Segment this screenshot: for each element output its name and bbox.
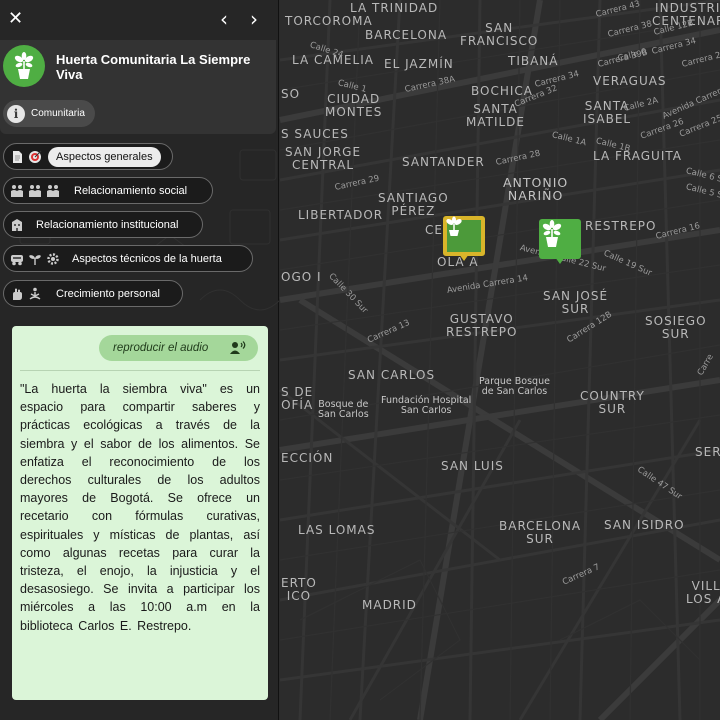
garden-title: Huerta Comunitaria La Siempre Viva xyxy=(56,52,251,82)
map-label-la-fraguita: LA FRAGUITA xyxy=(593,149,682,163)
gear-icon xyxy=(47,252,59,265)
map-label-san-luis: SAN LUIS xyxy=(441,459,504,473)
tab-label: Relacionamiento social xyxy=(74,184,188,197)
map-label-san-isidro: SAN ISIDRO xyxy=(604,518,685,532)
map-place-bosque-san-carlos: Bosque de San Carlos xyxy=(318,399,369,420)
tab-label: Relacionamiento institucional xyxy=(36,218,179,231)
map-label-san-jose-sur: SAN JOSÉ SUR xyxy=(543,289,609,316)
info-icon: i xyxy=(7,104,25,123)
map-label-ser: SER xyxy=(695,445,720,459)
map-label-restrepo: RESTREPO xyxy=(585,219,657,233)
tab-aspectos-tecnicos[interactable]: Aspectos técnicos de la huerta xyxy=(3,245,253,272)
tab-label: Crecimiento personal xyxy=(56,287,160,300)
people-icon xyxy=(47,184,59,197)
map-label-sauces: S SAUCES xyxy=(281,127,349,141)
map-label-torcoroma: TORCOROMA xyxy=(285,14,373,28)
plant-icon xyxy=(14,52,34,79)
map-label-santander: SANTANDER xyxy=(402,155,485,169)
tab-relacionamiento-institucional[interactable]: Relacionamiento institucional xyxy=(3,211,203,238)
map-label-barcelona: BARCELONA xyxy=(365,28,448,42)
tab-label: Aspectos técnicos de la huerta xyxy=(72,252,222,265)
play-audio-label: reproducir el audio xyxy=(113,342,209,354)
plant-icon xyxy=(542,220,562,247)
map-label-country-sur: COUNTRY SUR xyxy=(580,389,645,416)
tab-crecimiento-personal[interactable]: Crecimiento personal xyxy=(3,280,183,307)
machine-icon xyxy=(11,254,23,265)
map-label-san-francisco: SAN FRANCISCO xyxy=(460,21,539,48)
map-label-san-jorge-central: SAN JORGE CENTRAL xyxy=(285,145,362,172)
speaker-icon xyxy=(230,341,246,354)
map-label-s-de-ofia: S DE OFÍA xyxy=(281,385,314,412)
info-panel: ✕ ‹ › Huerta Comunitaria La Siempre Viva… xyxy=(0,0,279,720)
map-label-erto-ico: ERTO ICO xyxy=(281,576,317,603)
tab-relacionamiento-social[interactable]: Relacionamiento social xyxy=(3,177,213,204)
map-label-so: SO xyxy=(281,87,301,101)
map-label-libertador: LIBERTADOR xyxy=(298,208,384,222)
hand-icon xyxy=(13,288,22,300)
map-label-antonio-narino: ANTONIO NARIÑO xyxy=(503,175,569,203)
map-place-parque-bosque: Parque Bosque de San Carlos xyxy=(479,376,550,397)
map-marker-huerta-green[interactable] xyxy=(539,219,581,265)
document-icon xyxy=(13,150,22,163)
sprout-icon xyxy=(29,254,41,265)
garden-avatar xyxy=(3,45,45,87)
map-place-fundacion-hospital: Fundación Hospital San Carlos xyxy=(381,395,472,416)
chevron-right-icon[interactable]: › xyxy=(250,9,266,29)
map-label-san-carlos: SAN CARLOS xyxy=(348,368,436,382)
tab-aspectos-generales[interactable]: Aspectos generales xyxy=(3,143,173,170)
target-icon xyxy=(29,150,42,163)
map-label-ogo-i: OGO I xyxy=(281,270,322,284)
map-label-santiago-perez: SANTIAGO PÉREZ xyxy=(378,191,449,218)
chevron-left-icon[interactable]: ‹ xyxy=(220,9,236,29)
map-label-el-jazmin: EL JAZMÍN xyxy=(384,57,454,71)
map-label-tibana: TIBANÁ xyxy=(508,54,559,68)
description-divider xyxy=(20,370,260,371)
people-icon xyxy=(29,184,41,197)
map-label-ciudad-montes: CIUDAD MONTES xyxy=(325,92,383,119)
plant-icon xyxy=(446,216,462,236)
map-label-eccion: ECCIÓN xyxy=(281,451,334,465)
building-icon xyxy=(12,218,22,231)
map-label-madrid: MADRID xyxy=(362,598,417,612)
category-label: Comunitaria xyxy=(31,108,85,119)
play-audio-button[interactable]: reproducir el audio xyxy=(99,335,258,361)
category-badge: i Comunitaria xyxy=(3,100,95,127)
close-icon[interactable]: ✕ xyxy=(8,9,24,29)
map-label-sosiego-sur: SOSIEGO SUR xyxy=(645,314,707,341)
map-label-villa-los: VILLLOS A xyxy=(686,579,720,606)
tab-label: Aspectos generales xyxy=(48,146,161,167)
panel-topbar: ✕ ‹ › xyxy=(0,0,279,40)
map-label-las-lomas: LAS LOMAS xyxy=(298,523,376,537)
garden-description: "La huerta la siembra viva" es un espaci… xyxy=(20,382,260,633)
meditation-icon xyxy=(29,287,41,300)
map-label-barcelona-sur: BARCELONA SUR xyxy=(499,519,582,546)
people-icon xyxy=(11,184,23,197)
map-label-veraguas: VERAGUAS xyxy=(593,74,667,88)
map-marker-huerta[interactable] xyxy=(443,216,485,262)
map-label-gustavo-restrepo: GUSTAVO RESTREPO xyxy=(446,312,518,339)
